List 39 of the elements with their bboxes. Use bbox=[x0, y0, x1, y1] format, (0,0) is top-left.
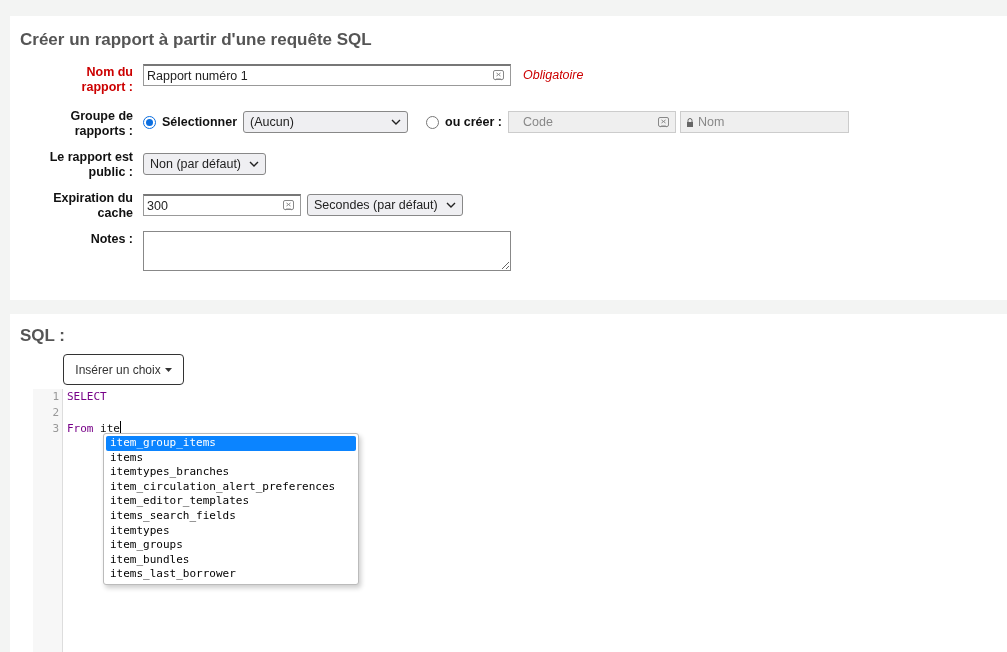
field-label: Le rapport est public : bbox=[48, 149, 133, 180]
suggestion-item[interactable]: items_last_borrower bbox=[106, 567, 356, 582]
lock-icon bbox=[686, 117, 694, 127]
clear-field-icon[interactable] bbox=[493, 70, 504, 81]
line-number: 2 bbox=[51, 405, 60, 421]
suggestion-item[interactable]: item_editor_templates bbox=[106, 494, 356, 509]
suggestion-item[interactable]: itemtypes bbox=[106, 523, 356, 539]
page-title: Créer un rapport à partir d'une requête SQL bbox=[20, 30, 373, 50]
section-title: SQL : bbox=[20, 326, 67, 346]
notes-field[interactable] bbox=[143, 231, 511, 271]
suggestion-item[interactable]: itemtypes_branches bbox=[106, 465, 356, 480]
group-select[interactable]: (Aucun) bbox=[243, 111, 409, 133]
field-label: Groupe de rapports : bbox=[69, 108, 133, 139]
clear-field-icon[interactable] bbox=[283, 200, 294, 211]
suggestion-item[interactable]: item_circulation_alert_preferences bbox=[106, 479, 356, 495]
report-name-field[interactable]: Rapport numéro 1 bbox=[143, 64, 511, 86]
chevron-down-icon bbox=[249, 161, 260, 167]
radio-label: ou créer : bbox=[445, 115, 502, 129]
required-note: Obligatoire bbox=[523, 68, 584, 82]
suggestion-item[interactable]: items bbox=[106, 450, 356, 466]
code-line: From ite bbox=[67, 421, 120, 437]
field-label: Notes : bbox=[89, 231, 133, 247]
line-number: 1 bbox=[51, 389, 60, 405]
field-label: Nom du rapport : bbox=[80, 64, 133, 95]
field-label: Expiration du cache bbox=[52, 190, 133, 221]
insert-choice-button[interactable]: Insérer un choix bbox=[63, 354, 184, 385]
suggestion-item[interactable]: items_search_fields bbox=[106, 508, 356, 524]
suggestion-item[interactable]: item_bundles bbox=[106, 552, 356, 568]
chevron-down-icon bbox=[445, 202, 456, 208]
suggestion-item[interactable]: item_groups bbox=[106, 538, 356, 553]
unit-select[interactable]: Secondes (par défaut) bbox=[307, 194, 463, 216]
line-number: 3 bbox=[51, 421, 60, 437]
radio-label: Sélectionner bbox=[162, 115, 238, 129]
suggestion-item[interactable]: item_group_items bbox=[106, 436, 356, 451]
code-line: SELECT bbox=[67, 389, 107, 405]
cache-field[interactable]: 300 bbox=[143, 194, 301, 216]
public-select[interactable]: Non (par défaut) bbox=[143, 153, 267, 175]
caret-icon bbox=[164, 367, 172, 372]
chevron-down-icon bbox=[391, 119, 402, 125]
